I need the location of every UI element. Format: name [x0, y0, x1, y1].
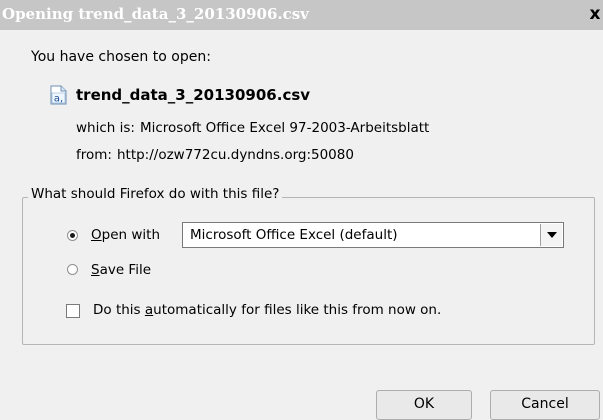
from-label: from: [76, 147, 112, 163]
auto-action-checkbox[interactable] [66, 304, 80, 318]
file-source-url: http://ozw772cu.dyndns.org:50080 [116, 147, 354, 163]
file-name: trend_data_3_20130906.csv [76, 86, 311, 104]
file-type-row: which is: Microsoft Office Excel 97-2003-… [76, 120, 429, 136]
save-file-label[interactable]: Save File [91, 262, 151, 278]
auto-label-part2: utomatically for files like this from no… [153, 302, 442, 318]
close-button[interactable]: x [587, 4, 603, 24]
auto-label-part1: Do this [93, 302, 145, 318]
application-select[interactable]: Microsoft Office Excel (default) [182, 222, 564, 248]
save-file-label-rest: ave File [99, 262, 152, 278]
window-title: Opening trend_data_3_20130906.csv [2, 5, 309, 23]
csv-file-icon: a, [49, 85, 69, 105]
file-source-row: from: http://ozw772cu.dyndns.org:50080 [76, 147, 354, 163]
open-with-label-rest: pen with [101, 227, 161, 243]
save-file-mnemonic: S [91, 262, 100, 278]
action-group-legend: What should Firefox do with this file? [28, 186, 283, 202]
title-bar: Opening trend_data_3_20130906.csv x [0, 0, 603, 30]
save-file-radio[interactable] [67, 264, 78, 275]
file-type-value: Microsoft Office Excel 97-2003-Arbeitsbl… [139, 120, 430, 136]
open-with-label[interactable]: Open with [91, 227, 160, 243]
open-with-mnemonic: O [91, 227, 102, 243]
auto-action-label[interactable]: Do this automatically for files like thi… [93, 302, 441, 318]
chevron-down-icon[interactable] [540, 224, 562, 246]
svg-text:a,: a, [54, 94, 63, 105]
application-select-value: Microsoft Office Excel (default) [190, 227, 398, 243]
radio-selected-dot [70, 233, 75, 238]
auto-label-mnemonic: a [144, 302, 154, 318]
chosen-label: You have chosen to open: [31, 49, 211, 65]
open-with-radio[interactable] [67, 230, 78, 241]
which-is-label: which is: [76, 120, 135, 136]
